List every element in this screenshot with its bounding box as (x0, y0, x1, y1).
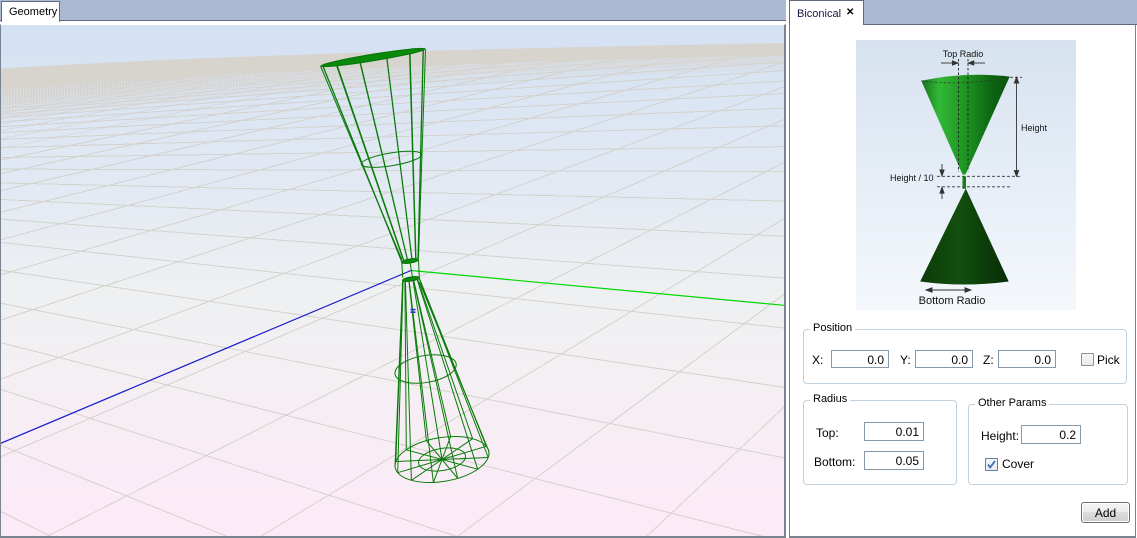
svg-text:Height: Height (1021, 123, 1048, 133)
svg-text:Height / 10: Height / 10 (890, 173, 934, 183)
svg-text:Top Radio: Top Radio (943, 49, 984, 59)
svg-text:Bottom Radio: Bottom Radio (919, 295, 986, 307)
